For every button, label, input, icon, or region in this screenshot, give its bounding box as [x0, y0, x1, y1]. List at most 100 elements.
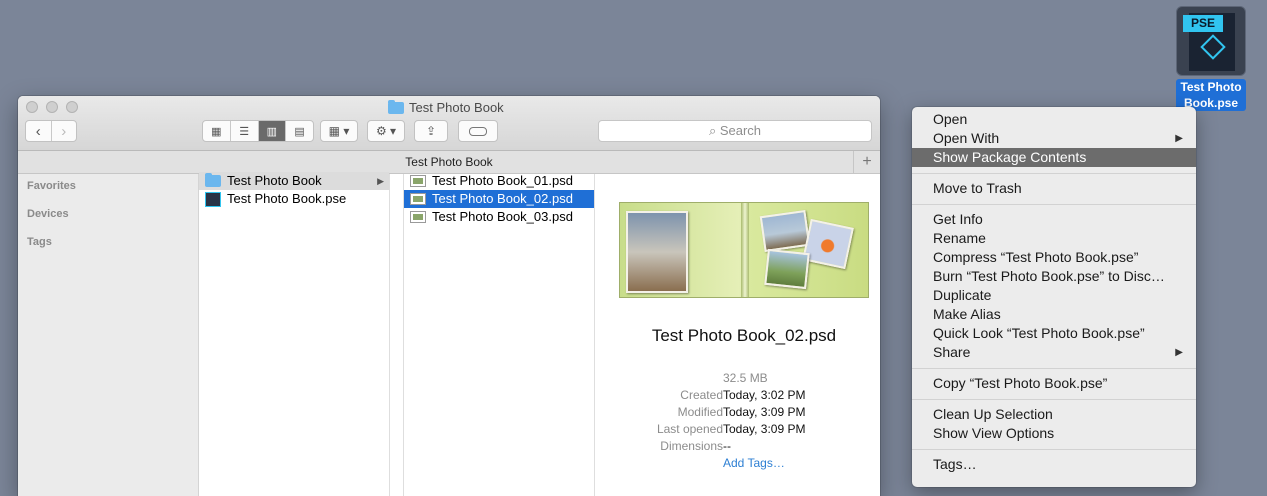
- search-icon: ⌕: [708, 123, 717, 138]
- meta-key-modified: Modified: [677, 405, 723, 419]
- browser-column-1: Test Photo Book ▶ Test Photo Book.pse: [199, 172, 390, 496]
- list-item-label: Test Photo Book_03.psd: [432, 209, 573, 224]
- menu-separator: [912, 204, 1196, 205]
- menu-item-label: Burn “Test Photo Book.pse” to Disc…: [933, 268, 1165, 284]
- menu-item-label: Make Alias: [933, 306, 1001, 322]
- zoom-button[interactable]: [66, 101, 78, 113]
- pse-file-icon: [205, 191, 221, 207]
- close-button[interactable]: [26, 101, 38, 113]
- list-item-label: Test Photo Book_02.psd: [432, 191, 573, 206]
- preview-filename: Test Photo Book_02.psd: [651, 326, 837, 345]
- column-divider[interactable]: [390, 174, 404, 496]
- folder-icon: [388, 99, 404, 114]
- desktop-file-icon[interactable]: PSE Test Photo Book.pse: [1176, 6, 1246, 111]
- list-item[interactable]: Test Photo Book_01.psd: [404, 172, 594, 190]
- psd-file-icon: [410, 175, 426, 187]
- photo-image: [802, 218, 854, 270]
- forward-button[interactable]: ›: [52, 121, 77, 141]
- sidebar-section-devices[interactable]: Devices: [27, 208, 69, 220]
- back-forward-group: ‹ ›: [25, 120, 77, 142]
- menu-item-tags[interactable]: Tags…: [912, 455, 1196, 474]
- submenu-arrow-icon: ▶: [1175, 133, 1183, 144]
- sidebar: Favorites Devices Tags: [18, 174, 199, 496]
- preview-thumbnail: [619, 202, 869, 298]
- list-item[interactable]: Test Photo Book_03.psd: [404, 208, 594, 226]
- arrange-button[interactable]: ▦ ▾: [320, 120, 358, 142]
- menu-item-label: Tags…: [933, 456, 977, 472]
- menu-item-label: Rename: [933, 230, 986, 246]
- meta-value-dimensions: --: [723, 439, 731, 453]
- meta-key-last-opened: Last opened: [656, 422, 723, 436]
- action-button[interactable]: ⚙ ▾: [367, 120, 405, 142]
- menu-item-move-to-trash[interactable]: Move to Trash: [912, 179, 1196, 198]
- meta-key-dimensions: Dimensions: [660, 439, 723, 453]
- sidebar-section-tags[interactable]: Tags: [27, 236, 52, 248]
- disclosure-arrow-icon: ▶: [377, 176, 384, 186]
- pse-file-icon: PSE: [1176, 6, 1246, 76]
- icon-view-button[interactable]: ▦: [203, 121, 231, 141]
- menu-item-open[interactable]: Open: [912, 110, 1196, 129]
- list-item[interactable]: Test Photo Book.pse: [199, 190, 389, 208]
- menu-item-share[interactable]: Share ▶: [912, 343, 1196, 362]
- tags-button[interactable]: [458, 120, 498, 142]
- preview-pane: Test Photo Book_02.psd 32.5 MB Created T…: [608, 174, 880, 496]
- menu-item-quick-look[interactable]: Quick Look “Test Photo Book.pse”: [912, 324, 1196, 343]
- list-item-label: Test Photo Book.pse: [227, 191, 347, 206]
- file-size: 32.5 MB: [723, 371, 768, 385]
- column-view-button[interactable]: ▥: [258, 121, 287, 141]
- share-button[interactable]: ⇪: [414, 120, 448, 142]
- list-item[interactable]: Test Photo Book ▶: [199, 172, 389, 190]
- window-title: Test Photo Book: [388, 99, 504, 115]
- photo-image: [626, 211, 688, 293]
- add-tab-button[interactable]: +: [853, 151, 880, 173]
- path-bar: Test Photo Book +: [18, 151, 880, 174]
- menu-separator: [912, 173, 1196, 174]
- menu-item-copy[interactable]: Copy “Test Photo Book.pse”: [912, 374, 1196, 393]
- folder-icon: [205, 173, 221, 187]
- list-item-selected[interactable]: Test Photo Book_02.psd: [404, 190, 594, 208]
- add-tags-link[interactable]: Add Tags…: [723, 455, 785, 472]
- toolbar: Test Photo Book ‹ › ▦ ☰ ▥ ▤ ▦ ▾ ⚙ ▾ ⇪ ⌕ …: [18, 96, 880, 151]
- arrange-icon: ▦ ▾: [328, 124, 350, 138]
- meta-key-created: Created: [680, 388, 723, 402]
- tag-icon: [469, 126, 487, 136]
- pse-badge: PSE: [1183, 15, 1223, 32]
- menu-separator: [912, 368, 1196, 369]
- search-field[interactable]: ⌕ Search: [598, 120, 872, 142]
- menu-item-label: Open With: [933, 130, 1000, 146]
- menu-item-make-alias[interactable]: Make Alias: [912, 305, 1196, 324]
- context-menu: Open Open With ▶ Show Package Contents Mo…: [912, 107, 1196, 487]
- menu-item-label: Show Package Contents: [933, 149, 1087, 165]
- back-button[interactable]: ‹: [26, 121, 52, 141]
- menu-item-label: Open: [933, 111, 968, 127]
- menu-item-clean-up-selection[interactable]: Clean Up Selection: [912, 405, 1196, 424]
- menu-item-label: Show View Options: [933, 425, 1055, 441]
- finder-window: Test Photo Book ‹ › ▦ ☰ ▥ ▤ ▦ ▾ ⚙ ▾ ⇪ ⌕ …: [18, 96, 880, 496]
- menu-item-open-with[interactable]: Open With ▶: [912, 129, 1196, 148]
- browser-column-2: Test Photo Book_01.psd Test Photo Book_0…: [404, 172, 595, 496]
- gear-icon: ⚙ ▾: [375, 124, 397, 138]
- path-title: Test Photo Book: [405, 155, 493, 169]
- menu-item-show-package-contents[interactable]: Show Package Contents: [912, 148, 1196, 167]
- minimize-button[interactable]: [46, 101, 58, 113]
- psd-file-icon: [410, 211, 426, 223]
- menu-item-show-view-options[interactable]: Show View Options: [912, 424, 1196, 443]
- menu-item-rename[interactable]: Rename: [912, 229, 1196, 248]
- menu-item-label: Duplicate: [933, 287, 992, 303]
- sidebar-section-favorites[interactable]: Favorites: [27, 180, 76, 192]
- list-view-button[interactable]: ☰: [231, 121, 259, 141]
- menu-item-label: Get Info: [933, 211, 983, 227]
- share-icon: ⇪: [425, 124, 437, 138]
- meta-value-modified: Today, 3:09 PM: [723, 405, 806, 419]
- menu-item-duplicate[interactable]: Duplicate: [912, 286, 1196, 305]
- menu-item-compress[interactable]: Compress “Test Photo Book.pse”: [912, 248, 1196, 267]
- menu-item-burn[interactable]: Burn “Test Photo Book.pse” to Disc…: [912, 267, 1196, 286]
- submenu-arrow-icon: ▶: [1175, 347, 1183, 358]
- menu-item-get-info[interactable]: Get Info: [912, 210, 1196, 229]
- menu-item-label: Quick Look “Test Photo Book.pse”: [933, 325, 1145, 341]
- search-placeholder: Search: [719, 123, 762, 138]
- menu-item-label: Clean Up Selection: [933, 406, 1053, 422]
- menu-separator: [912, 399, 1196, 400]
- menu-separator: [912, 449, 1196, 450]
- cover-flow-button[interactable]: ▤: [286, 121, 313, 141]
